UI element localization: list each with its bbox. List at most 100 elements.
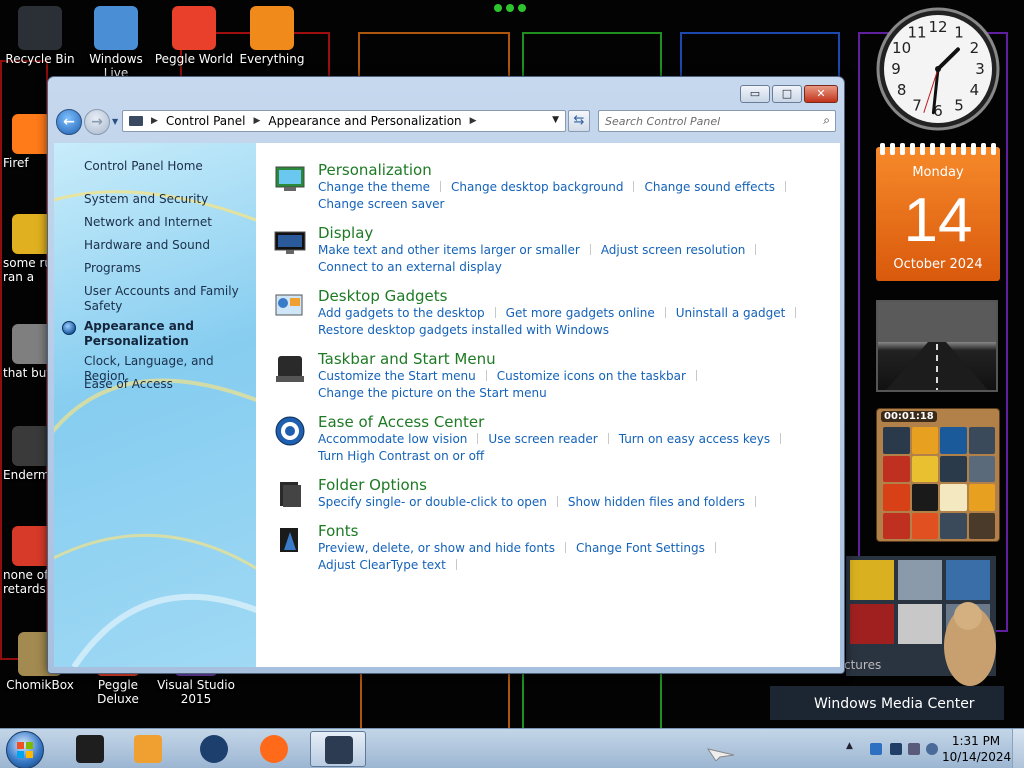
breadcrumb-control-panel[interactable]: Control Panel bbox=[166, 114, 246, 128]
task-link[interactable]: Show hidden files and folders bbox=[568, 495, 745, 509]
task-link[interactable]: Change Font Settings bbox=[576, 541, 705, 555]
desktop-icon-peggle-world[interactable]: Peggle World bbox=[154, 6, 234, 66]
desktop-icon-firefox[interactable]: Firef bbox=[0, 114, 48, 170]
tray-volume-icon[interactable] bbox=[926, 743, 938, 755]
fonts-icon[interactable] bbox=[274, 524, 306, 556]
folder-options-icon[interactable] bbox=[274, 478, 306, 510]
puzzle-tile[interactable] bbox=[883, 512, 910, 539]
forward-button[interactable]: → bbox=[84, 109, 110, 135]
task-link[interactable]: Specify single- or double-click to open bbox=[318, 495, 547, 509]
category-title-display[interactable]: Display bbox=[318, 224, 373, 242]
tray-network-icon[interactable] bbox=[890, 743, 902, 755]
puzzle-tile[interactable] bbox=[968, 427, 995, 454]
task-link[interactable]: Use screen reader bbox=[488, 432, 597, 446]
back-button[interactable]: ← bbox=[56, 109, 82, 135]
puzzle-tile[interactable] bbox=[883, 484, 910, 511]
control-panel-window[interactable]: ▭ □ ✕ ← → ▼ ▶ Control Panel ▶ Appearance… bbox=[47, 76, 845, 674]
puzzle-tile[interactable] bbox=[968, 484, 995, 511]
puzzle-tile[interactable] bbox=[883, 455, 910, 482]
task-link[interactable]: Adjust screen resolution bbox=[601, 243, 746, 257]
sidebar-item-7[interactable]: Ease of Access bbox=[84, 377, 254, 392]
taskbar-globe[interactable] bbox=[186, 731, 242, 767]
task-link[interactable]: Customize the Start menu bbox=[318, 369, 476, 383]
task-link[interactable]: Make text and other items larger or smal… bbox=[318, 243, 580, 257]
puzzle-tile[interactable] bbox=[968, 455, 995, 482]
taskbar-app-1[interactable] bbox=[62, 731, 118, 767]
task-link[interactable]: Add gadgets to the desktop bbox=[318, 306, 485, 320]
display-icon[interactable] bbox=[274, 226, 306, 258]
sidebar-item-4[interactable]: User Accounts and Family Safety bbox=[84, 284, 254, 314]
search-input[interactable] bbox=[605, 113, 805, 129]
tray-clock[interactable]: 1:31 PM 10/14/2024 bbox=[942, 733, 1011, 765]
desktop-icon-that-but[interactable]: that but bbox=[0, 324, 48, 380]
personalization-icon[interactable] bbox=[274, 163, 306, 195]
task-link[interactable]: Turn High Contrast on or off bbox=[318, 449, 484, 463]
clock-gadget[interactable]: 1234567891011 12 bbox=[876, 7, 1000, 131]
refresh-button[interactable]: ⇆ bbox=[568, 110, 590, 132]
search-box[interactable]: ⌕ bbox=[598, 110, 836, 132]
category-title-folder-options[interactable]: Folder Options bbox=[318, 476, 427, 494]
task-link[interactable]: Change desktop background bbox=[451, 180, 623, 194]
category-title-ease-of-access-center[interactable]: Ease of Access Center bbox=[318, 413, 484, 431]
desktop-icon-none-of[interactable]: none of retards l bbox=[0, 526, 48, 596]
desktop-icon-enderm[interactable]: Enderm bbox=[0, 426, 48, 482]
task-link[interactable]: Change the theme bbox=[318, 180, 430, 194]
desktop-icon-recycle-bin[interactable]: Recycle Bin bbox=[0, 6, 80, 66]
calendar-gadget[interactable]: Monday 14 October 2024 bbox=[876, 143, 1000, 281]
sidebar-item-1[interactable]: Network and Internet bbox=[84, 215, 254, 230]
task-link[interactable]: Uninstall a gadget bbox=[676, 306, 786, 320]
task-link[interactable]: Change the picture on the Start menu bbox=[318, 386, 547, 400]
task-link[interactable]: Accommodate low vision bbox=[318, 432, 467, 446]
puzzle-tile[interactable] bbox=[940, 427, 967, 454]
task-link[interactable]: Preview, delete, or show and hide fonts bbox=[318, 541, 555, 555]
puzzle-tile[interactable] bbox=[968, 512, 995, 539]
show-desktop-button[interactable] bbox=[1012, 729, 1024, 768]
puzzle-tile[interactable] bbox=[940, 455, 967, 482]
task-link[interactable]: Adjust ClearType text bbox=[318, 558, 446, 572]
address-dropdown-icon[interactable]: ▼ bbox=[552, 115, 559, 125]
sidebar-item-2[interactable]: Hardware and Sound bbox=[84, 238, 254, 253]
address-bar[interactable]: ▶ Control Panel ▶ Appearance and Persona… bbox=[122, 110, 566, 132]
puzzle-tile[interactable] bbox=[911, 427, 938, 454]
task-link[interactable]: Change sound effects bbox=[644, 180, 775, 194]
show-hidden-icons-icon[interactable]: ▲ bbox=[846, 741, 853, 751]
taskbar-icon[interactable] bbox=[274, 352, 306, 384]
search-icon[interactable]: ⌕ bbox=[823, 113, 830, 128]
minimize-button[interactable]: ▭ bbox=[740, 85, 770, 103]
category-title-desktop-gadgets[interactable]: Desktop Gadgets bbox=[318, 287, 447, 305]
task-link[interactable]: Restore desktop gadgets installed with W… bbox=[318, 323, 609, 337]
picture-puzzle-gadget[interactable]: 00:01:18 bbox=[876, 408, 1000, 542]
desktop-icon-everything[interactable]: Everything bbox=[232, 6, 312, 66]
recent-pages-chevron-icon[interactable]: ▼ bbox=[112, 117, 118, 126]
start-button[interactable] bbox=[6, 731, 44, 768]
sidebar-item-3[interactable]: Programs bbox=[84, 261, 254, 276]
close-button[interactable]: ✕ bbox=[804, 85, 838, 103]
maximize-button[interactable]: □ bbox=[772, 85, 802, 103]
sidebar-item-0[interactable]: System and Security bbox=[84, 192, 254, 207]
taskbar-media-player[interactable] bbox=[120, 731, 176, 767]
slideshow-gadget[interactable] bbox=[876, 300, 998, 392]
puzzle-tile[interactable] bbox=[911, 512, 938, 539]
ease-of-access-icon[interactable] bbox=[274, 415, 306, 447]
breadcrumb-arrow-icon[interactable]: ▶ bbox=[470, 116, 477, 126]
taskbar-firefox[interactable] bbox=[246, 731, 302, 767]
task-link[interactable]: Turn on easy access keys bbox=[619, 432, 770, 446]
task-link[interactable]: Change screen saver bbox=[318, 197, 445, 211]
task-link[interactable]: Customize icons on the taskbar bbox=[497, 369, 686, 383]
category-title-taskbar-start-menu[interactable]: Taskbar and Start Menu bbox=[318, 350, 496, 368]
taskbar-control-panel[interactable] bbox=[310, 731, 366, 767]
category-title-personalization[interactable]: Personalization bbox=[318, 161, 432, 179]
task-link[interactable]: Get more gadgets online bbox=[506, 306, 655, 320]
tray-app-icon[interactable] bbox=[870, 743, 882, 755]
puzzle-tile[interactable] bbox=[940, 512, 967, 539]
puzzle-tile[interactable] bbox=[883, 427, 910, 454]
puzzle-tile[interactable] bbox=[911, 455, 938, 482]
desktop-icon-some-ru[interactable]: some ru ran a bbox=[0, 214, 48, 284]
gadgets-icon[interactable] bbox=[274, 289, 306, 321]
puzzle-tile[interactable] bbox=[911, 484, 938, 511]
tray-monitor-icon[interactable] bbox=[908, 743, 920, 755]
desktop-icon-windows-live[interactable]: Windows Live bbox=[76, 6, 156, 80]
sidebar-item-home[interactable]: Control Panel Home bbox=[84, 159, 254, 174]
puzzle-tile[interactable] bbox=[940, 484, 967, 511]
category-title-fonts[interactable]: Fonts bbox=[318, 522, 358, 540]
